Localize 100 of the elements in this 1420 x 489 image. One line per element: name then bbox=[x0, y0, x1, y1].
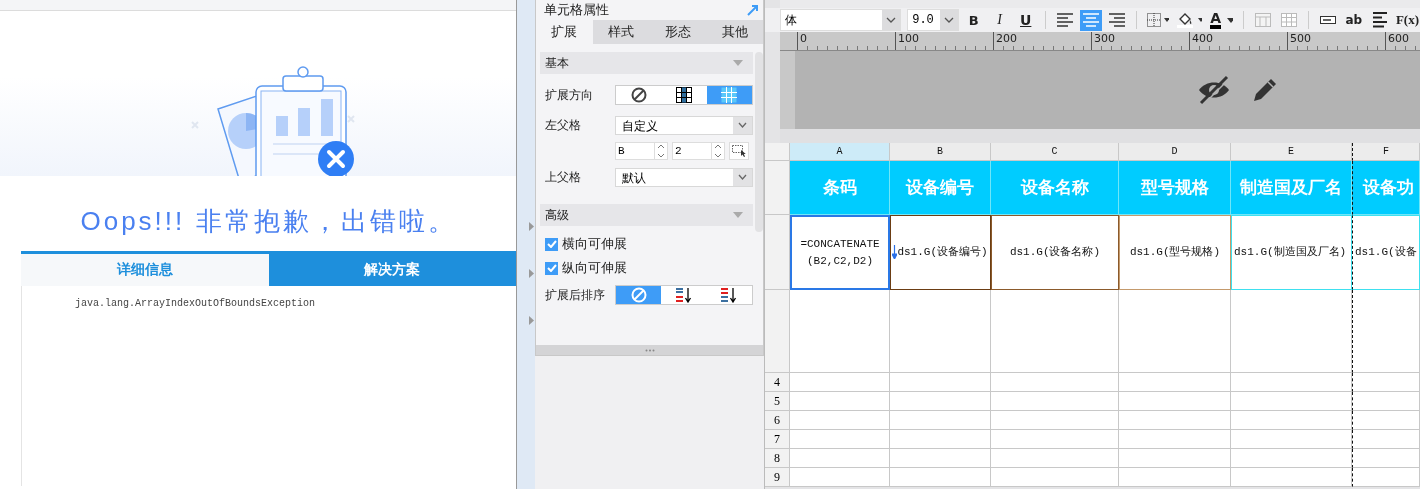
section-header[interactable]: 基本 bbox=[540, 52, 753, 74]
stepper-arrows-icon[interactable] bbox=[712, 142, 724, 160]
text-button[interactable]: ab bbox=[1342, 9, 1365, 31]
collapse-triangle-icon[interactable] bbox=[733, 212, 743, 218]
column-header[interactable]: F bbox=[1352, 143, 1420, 161]
table-cell[interactable] bbox=[1352, 430, 1420, 449]
table-cell[interactable] bbox=[790, 449, 890, 468]
table-cell[interactable] bbox=[790, 411, 890, 430]
table-cell[interactable] bbox=[991, 449, 1119, 468]
table-cell[interactable]: =CONCATENATE(B2,C2,D2) bbox=[790, 215, 890, 290]
checkbox[interactable]: 纵向可伸展 bbox=[545, 259, 627, 277]
align-right-icon bbox=[1108, 13, 1125, 27]
table-cell[interactable] bbox=[790, 430, 890, 449]
tab[interactable]: 扩展 bbox=[536, 20, 593, 44]
field-label: 扩展方向 bbox=[545, 86, 594, 104]
tab[interactable]: 形态 bbox=[649, 20, 707, 44]
hidden-eye-icon[interactable] bbox=[1196, 75, 1232, 105]
table-cell[interactable] bbox=[890, 411, 991, 430]
stepper-arrows-icon[interactable] bbox=[655, 142, 667, 160]
table-cell[interactable] bbox=[991, 430, 1119, 449]
table-cell[interactable] bbox=[991, 411, 1119, 430]
cell-picker-button[interactable] bbox=[729, 142, 749, 160]
table-cell[interactable] bbox=[1119, 430, 1231, 449]
italic-button[interactable]: I bbox=[988, 9, 1011, 31]
table-cell[interactable] bbox=[890, 392, 991, 411]
table-cell[interactable] bbox=[1231, 468, 1352, 487]
table-cell[interactable] bbox=[1231, 449, 1352, 468]
table-grid-icon bbox=[1280, 13, 1297, 27]
underline-button[interactable]: U bbox=[1014, 9, 1037, 31]
table-cell[interactable] bbox=[1231, 290, 1352, 373]
pin-icon[interactable] bbox=[747, 4, 759, 16]
column-header[interactable]: B bbox=[890, 143, 991, 161]
table-cell[interactable] bbox=[790, 468, 890, 487]
table-cell[interactable] bbox=[1119, 468, 1231, 487]
table-cell[interactable] bbox=[991, 373, 1119, 392]
table-cell[interactable] bbox=[1231, 392, 1352, 411]
checkbox[interactable]: 横向可伸展 bbox=[545, 235, 627, 253]
expand-arrow-icon[interactable] bbox=[529, 316, 534, 325]
panel-title: 单元格属性 bbox=[544, 1, 609, 19]
align-left-icon bbox=[1056, 13, 1073, 27]
table-cell[interactable] bbox=[890, 449, 991, 468]
checkmark-icon bbox=[546, 264, 557, 272]
table-cell[interactable] bbox=[1119, 449, 1231, 468]
font-field[interactable]: 体 bbox=[780, 9, 902, 31]
table-cell[interactable] bbox=[1352, 373, 1420, 392]
align-justify-icon bbox=[1372, 12, 1387, 28]
table-cell[interactable] bbox=[1352, 449, 1420, 468]
spinner-field[interactable]: 2 bbox=[672, 142, 725, 160]
segmented-control[interactable] bbox=[615, 85, 753, 105]
table-cell[interactable]: ds1.G(设备 bbox=[1352, 215, 1420, 290]
table-cell[interactable] bbox=[1352, 468, 1420, 487]
tab[interactable]: 其他 bbox=[706, 20, 763, 44]
collapse-triangle-icon[interactable] bbox=[733, 60, 743, 66]
table-cell[interactable] bbox=[1119, 411, 1231, 430]
table-cell[interactable] bbox=[991, 392, 1119, 411]
column-header[interactable]: C bbox=[991, 143, 1119, 161]
table-cell[interactable] bbox=[1352, 392, 1420, 411]
row-number: 6 bbox=[765, 411, 790, 430]
table-cell[interactable]: ds1.G(设备编号) bbox=[890, 215, 991, 290]
chevron-down-icon[interactable] bbox=[943, 17, 954, 23]
table-cell[interactable] bbox=[1119, 290, 1231, 373]
table-cell[interactable] bbox=[991, 468, 1119, 487]
formula-button[interactable]: F(x) bbox=[1394, 9, 1420, 31]
table-cell[interactable] bbox=[790, 373, 890, 392]
table-cell[interactable] bbox=[1352, 290, 1420, 373]
table-cell[interactable] bbox=[1119, 373, 1231, 392]
border-icon bbox=[1146, 13, 1169, 27]
table-cell[interactable] bbox=[890, 373, 991, 392]
column-header[interactable]: A bbox=[790, 143, 890, 161]
table-cell[interactable] bbox=[1231, 373, 1352, 392]
dropdown[interactable]: 自定义 bbox=[615, 115, 753, 135]
bold-button[interactable]: B bbox=[962, 9, 985, 31]
scrollbar[interactable] bbox=[755, 52, 763, 232]
table-cell[interactable] bbox=[1231, 411, 1352, 430]
table-cell[interactable] bbox=[890, 430, 991, 449]
section-header[interactable]: 高级 bbox=[540, 204, 753, 226]
field-label: 扩展后排序 bbox=[545, 286, 606, 304]
table-cell[interactable] bbox=[1119, 392, 1231, 411]
table-cell[interactable] bbox=[890, 468, 991, 487]
tab[interactable]: 样式 bbox=[592, 20, 650, 44]
table-cell[interactable] bbox=[991, 290, 1119, 373]
segmented-control[interactable] bbox=[615, 285, 753, 305]
table-cell[interactable]: ds1.G(设备名称) bbox=[991, 215, 1119, 290]
table-cell[interactable] bbox=[790, 290, 890, 373]
table-cell[interactable]: ds1.G(型号规格) bbox=[1119, 215, 1231, 290]
table-cell[interactable]: ds1.G(制造国及厂名) bbox=[1231, 215, 1352, 290]
column-header[interactable]: E bbox=[1231, 143, 1352, 161]
table-cell[interactable] bbox=[1231, 430, 1352, 449]
chevron-down-icon[interactable] bbox=[886, 17, 897, 23]
table-cell[interactable] bbox=[790, 392, 890, 411]
font-size-field[interactable]: 9.0 bbox=[907, 9, 959, 31]
table-cell[interactable] bbox=[890, 290, 991, 373]
expand-arrow-icon[interactable] bbox=[529, 222, 534, 231]
expand-arrow-icon[interactable] bbox=[529, 269, 534, 278]
dropdown-arrow-icon[interactable] bbox=[1227, 17, 1233, 23]
resize-grip-icon[interactable] bbox=[644, 348, 655, 352]
table-cell[interactable] bbox=[1352, 411, 1420, 430]
spinner-field[interactable]: B bbox=[615, 142, 668, 160]
dropdown[interactable]: 默认 bbox=[615, 167, 753, 187]
column-header[interactable]: D bbox=[1119, 143, 1231, 161]
